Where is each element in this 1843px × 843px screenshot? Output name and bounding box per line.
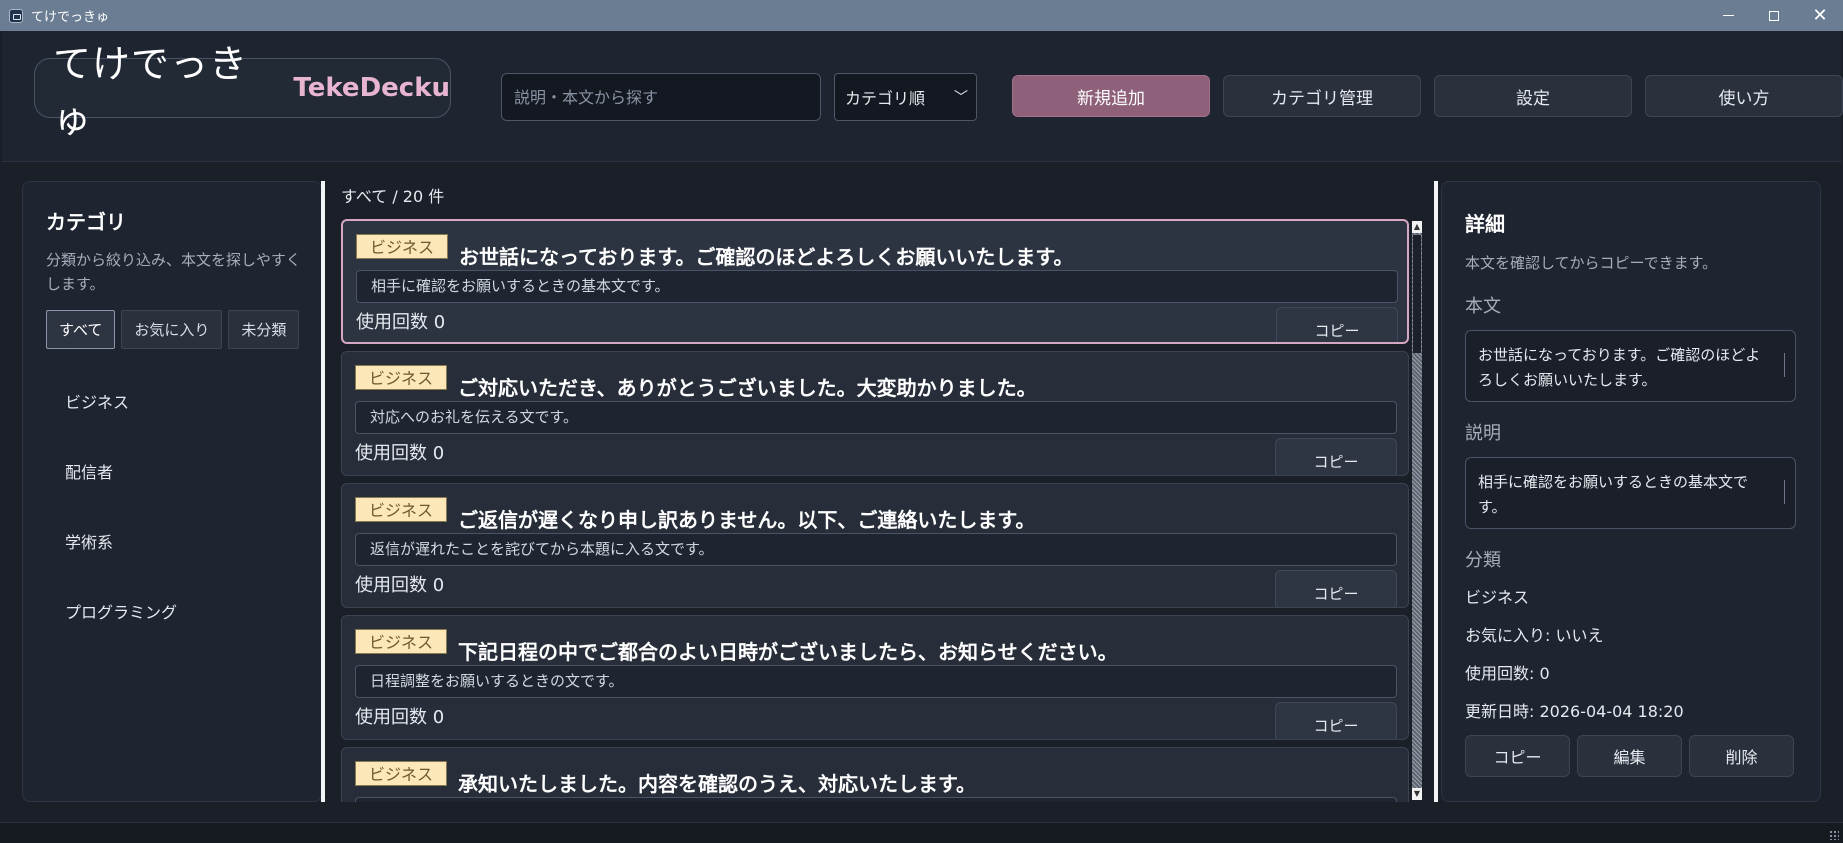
brand-name-en: TekeDecku: [293, 73, 450, 103]
usage-label: 使用回数: [355, 707, 427, 728]
copy-button[interactable]: コピー: [1275, 438, 1397, 475]
sort-value: カテゴリ順: [845, 89, 926, 108]
detail-title: 詳細: [1465, 212, 1505, 236]
usage-label: 使用回数: [356, 312, 428, 333]
body-text[interactable]: お世話になっております。ご確認のほどよろしくお願いいたします。: [1465, 330, 1796, 402]
body-label: 本文: [1465, 296, 1501, 317]
brand-name-jp: てけでっきゅ: [53, 42, 249, 141]
usage-value: 0: [432, 443, 445, 464]
snippet-description: 日程調整をお願いするときの文です。: [355, 665, 1397, 698]
usage-value: 0: [432, 575, 445, 596]
filter-group: すべて お気に入り 未分類: [46, 310, 300, 349]
filter-uncategorized-button[interactable]: 未分類: [228, 310, 300, 349]
app-icon: [9, 8, 23, 23]
minimize-button[interactable]: [1705, 0, 1751, 31]
sidebar-item-programming[interactable]: プログラミング: [65, 599, 177, 623]
list-item[interactable]: ビジネス ご返信が遅くなり申し訳ありません。以下、ご連絡いたします。 返信が遅れ…: [341, 483, 1409, 608]
list-item[interactable]: ビジネス 下記日程の中でご都合のよい日時がございましたら、お知らせください。 日…: [341, 615, 1409, 740]
status-bar: [0, 822, 1843, 843]
sidebar-item-academic[interactable]: 学術系: [65, 529, 113, 553]
class-value: ビジネス: [1465, 588, 1530, 607]
sidebar-item-business[interactable]: ビジネス: [65, 389, 129, 413]
usage-status: 使用回数: 0: [1465, 664, 1550, 683]
detail-copy-button[interactable]: コピー: [1465, 735, 1570, 777]
search-input[interactable]: [501, 73, 821, 121]
usage-count: 使用回数 0: [355, 703, 444, 729]
usage-label: 使用回数: [355, 443, 427, 464]
snippet-description: 返信が遅れたことを詫びてから本題に入る文です。: [355, 533, 1397, 566]
snippet-description: 対応へのお礼を伝える文です。: [355, 401, 1397, 434]
category-manage-button[interactable]: カテゴリ管理: [1223, 75, 1421, 117]
brand-logo: てけでっきゅ TekeDecku: [34, 42, 451, 141]
resize-grip-icon[interactable]: [1829, 830, 1839, 840]
usage-value: 0: [432, 707, 445, 728]
close-icon: ✕: [1812, 5, 1828, 26]
snippet-list: ビジネス お世話になっております。ご確認のほどよろしくお願いいたします。 相手に…: [341, 218, 1409, 802]
favorite-status: お気に入り: いいえ: [1465, 626, 1604, 645]
scroll-up-icon[interactable]: ▲: [1412, 221, 1422, 233]
usage-value: 0: [433, 312, 446, 333]
category-tag: ビジネス: [355, 629, 448, 654]
list-scrollbar[interactable]: ▲ ▼: [1412, 221, 1422, 800]
usage-label: 使用回数: [355, 575, 427, 596]
snippet-title: お世話になっております。ご確認のほどよろしくお願いいたします。: [459, 245, 1074, 269]
chevron-down-icon: ﹀: [954, 90, 968, 106]
maximize-icon: [1769, 10, 1779, 21]
list-item[interactable]: ビジネス ご対応いただき、ありがとうございました。大変助かりました。 対応へのお…: [341, 351, 1409, 476]
window-controls: ✕: [1705, 0, 1843, 31]
title-bar: てけでっきゅ ✕: [0, 0, 1843, 31]
detail-subtitle: 本文を確認してからコピーできます。: [1465, 254, 1718, 272]
scroll-down-icon[interactable]: ▼: [1412, 788, 1422, 800]
copy-button[interactable]: コピー: [1275, 570, 1397, 607]
text-caret: [1784, 353, 1785, 377]
help-button[interactable]: 使い方: [1645, 75, 1843, 117]
category-tag: ビジネス: [355, 761, 448, 786]
right-splitter[interactable]: [1434, 181, 1438, 802]
sort-select[interactable]: カテゴリ順 ﹀: [834, 73, 977, 121]
copy-button[interactable]: コピー: [1275, 702, 1397, 739]
snippet-description: [355, 797, 1397, 802]
list-item[interactable]: ビジネス お世話になっております。ご確認のほどよろしくお願いいたします。 相手に…: [341, 219, 1409, 344]
detail-panel: 詳細 本文を確認してからコピーできます。 本文 お世話になっております。ご確認の…: [1441, 181, 1821, 802]
description-text[interactable]: 相手に確認をお願いするときの基本文です。: [1465, 457, 1796, 529]
category-tag: ビジネス: [356, 234, 449, 259]
sidebar-item-streamer[interactable]: 配信者: [65, 459, 113, 483]
add-new-button[interactable]: 新規追加: [1012, 75, 1210, 117]
snippet-title: 下記日程の中でご都合のよい日時がございましたら、お知らせください。: [458, 640, 1118, 664]
filter-favorite-button[interactable]: お気に入り: [121, 310, 223, 349]
result-count: すべて / 20 件: [341, 187, 445, 206]
window-title: てけでっきゅ: [31, 10, 110, 25]
left-splitter[interactable]: [321, 181, 325, 802]
edit-button[interactable]: 編集: [1577, 735, 1682, 777]
maximize-button[interactable]: [1751, 0, 1797, 31]
filter-all-button[interactable]: すべて: [46, 310, 116, 349]
snippet-title: ご対応いただき、ありがとうございました。大変助かりました。: [458, 376, 1037, 400]
sidebar-description: 分類から絞り込み、本文を探しやすくします。: [46, 251, 301, 293]
delete-button[interactable]: 削除: [1689, 735, 1794, 777]
usage-count: 使用回数 0: [356, 308, 445, 334]
list-item[interactable]: ビジネス 承知いたしました。内容を確認のうえ、対応いたします。: [341, 747, 1409, 802]
category-sidebar: カテゴリ 分類から絞り込み、本文を探しやすくします。 すべて お気に入り 未分類…: [22, 181, 322, 802]
snippet-title: ご返信が遅くなり申し訳ありません。以下、ご連絡いたします。: [458, 508, 1036, 532]
snippet-title: 承知いたしました。内容を確認のうえ、対応いたします。: [458, 772, 976, 796]
usage-count: 使用回数 0: [355, 439, 444, 465]
category-tag: ビジネス: [355, 497, 448, 522]
text-caret: [1784, 480, 1785, 504]
class-label: 分類: [1465, 550, 1501, 571]
close-button[interactable]: ✕: [1797, 0, 1843, 31]
snippet-description: 相手に確認をお願いするときの基本文です。: [356, 270, 1398, 303]
copy-button[interactable]: コピー: [1276, 307, 1398, 342]
usage-count: 使用回数 0: [355, 571, 444, 597]
updated-at: 更新日時: 2026-04-04 18:20: [1465, 702, 1684, 721]
settings-button[interactable]: 設定: [1434, 75, 1632, 117]
minimize-icon: [1722, 15, 1734, 16]
body-value: お世話になっております。ご確認のほどよろしくお願いいたします。: [1478, 346, 1761, 389]
sidebar-title: カテゴリ: [46, 210, 126, 234]
description-value: 相手に確認をお願いするときの基本文です。: [1478, 473, 1749, 516]
category-tag: ビジネス: [355, 365, 448, 390]
description-label: 説明: [1465, 423, 1501, 444]
header: てけでっきゅ TekeDecku カテゴリ順 ﹀ 新規追加 カテゴリ管理 設定 …: [2, 31, 1843, 162]
scroll-thumb[interactable]: [1413, 235, 1421, 353]
